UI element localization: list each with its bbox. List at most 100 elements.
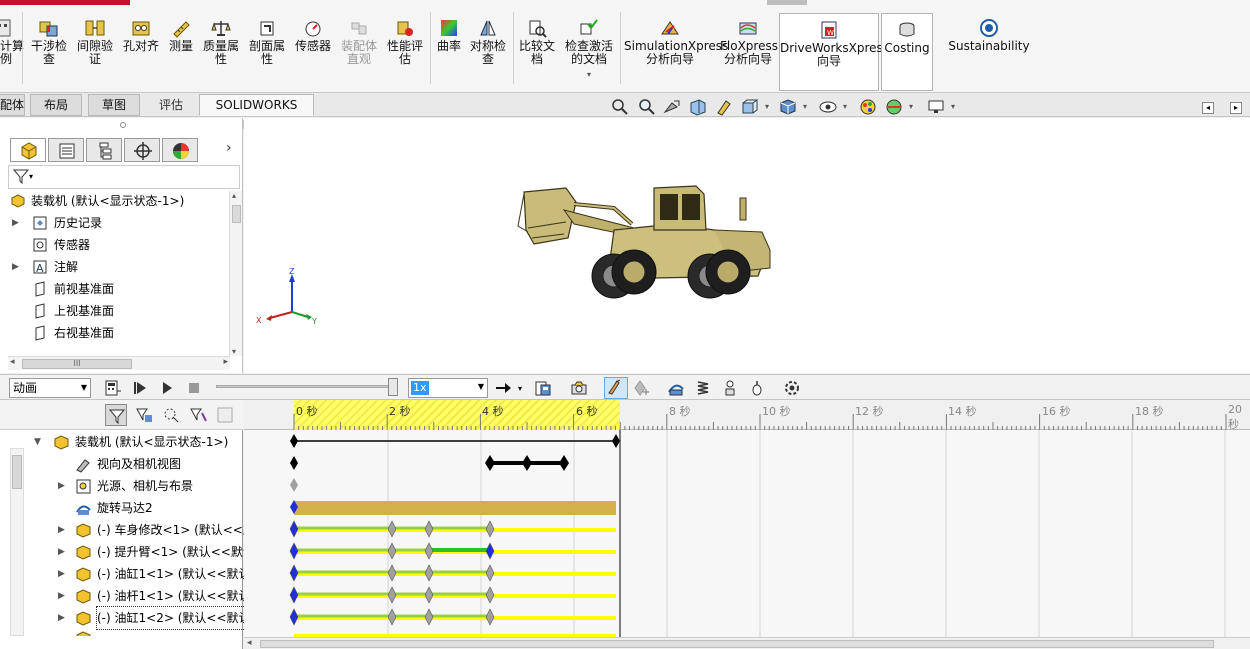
key-point[interactable] — [485, 520, 495, 538]
graphics-area[interactable]: Z X Y — [244, 118, 1250, 373]
filter-settings-icon[interactable] — [214, 404, 236, 426]
feature-manager-tab[interactable] — [10, 138, 46, 162]
key-point[interactable] — [522, 455, 532, 471]
curvature-button[interactable]: 曲率 — [435, 18, 463, 53]
assembly-visualization-button[interactable]: 装配体 直观 — [338, 18, 380, 66]
tree-filter[interactable]: ▾ — [8, 165, 240, 189]
key-point[interactable] — [485, 564, 495, 582]
key-point[interactable] — [290, 456, 298, 470]
hide-show-items-icon[interactable] — [818, 98, 838, 116]
add-update-key-icon[interactable] — [633, 379, 651, 397]
expand-arrow-icon[interactable]: ▶ — [58, 607, 65, 629]
save-animation-icon[interactable] — [534, 379, 552, 397]
playback-slider-thumb[interactable] — [388, 378, 398, 396]
key-point[interactable] — [424, 520, 434, 538]
motion-tree-vertical-scrollbar[interactable] — [10, 448, 24, 636]
panel-grip-icon[interactable] — [120, 122, 126, 128]
section-view-icon[interactable] — [688, 98, 708, 116]
check-active-document-button[interactable]: 检查激活 的文档 ▾ — [562, 18, 616, 81]
playback-mode-icon[interactable] — [494, 379, 512, 397]
scroll-thumb[interactable]: III — [22, 359, 132, 369]
gravity-icon[interactable] — [748, 379, 766, 397]
scroll-thumb[interactable] — [260, 640, 1214, 648]
filter-dropdown-icon[interactable]: ▾ — [29, 172, 33, 181]
key-point[interactable] — [290, 478, 298, 492]
key-point[interactable] — [559, 455, 569, 471]
timeline-horizontal-scrollbar[interactable]: ◂ — [244, 637, 1250, 649]
stop-icon[interactable] — [185, 379, 203, 397]
calculate-animation-icon[interactable] — [104, 379, 122, 397]
display-manager-tab[interactable] — [162, 138, 198, 162]
view-settings-dropdown-icon[interactable]: ▾ — [951, 102, 955, 111]
filter-animated-icon[interactable] — [105, 404, 127, 426]
scroll-thumb[interactable] — [12, 455, 22, 489]
play-icon[interactable] — [158, 379, 176, 397]
tab-evaluate[interactable]: 评估 — [146, 94, 196, 116]
scroll-down-icon[interactable]: ▾ — [232, 347, 236, 356]
hole-alignment-button[interactable]: 孔对齐 — [121, 18, 161, 53]
tab-sketch[interactable]: 草图 — [88, 94, 140, 116]
key-point[interactable] — [289, 542, 299, 560]
study-type-select[interactable]: 动画 ▼ — [9, 378, 91, 398]
scroll-left-icon[interactable]: ◂ — [247, 638, 252, 648]
tab-solidworks-mbd[interactable]: SOLIDWORKS MBD — [199, 94, 314, 132]
motion-study-properties-icon[interactable] — [783, 379, 801, 397]
floxpress-button[interactable]: FloXpress 分析向导 — [720, 18, 778, 66]
calculate-button[interactable]: 计算 例 — [0, 18, 24, 66]
contact-icon[interactable] — [721, 379, 739, 397]
scroll-up-icon[interactable]: ▴ — [232, 191, 236, 200]
key-point[interactable] — [424, 564, 434, 582]
edit-appearance-icon[interactable] — [858, 98, 878, 116]
tree-vertical-scrollbar[interactable]: ▴ ▾ — [229, 191, 242, 356]
hide-show-dropdown-icon[interactable]: ▾ — [843, 102, 847, 111]
key-point[interactable] — [485, 542, 495, 560]
key-point[interactable] — [289, 608, 299, 626]
scroll-right-icon[interactable]: ▸ — [223, 357, 228, 367]
timeline-area[interactable]: 0 秒 2 秒 4 秒 6 秒 8 秒 10 秒 12 秒 14 秒 16 秒 … — [244, 400, 1250, 649]
filter-results-icon[interactable] — [187, 404, 209, 426]
key-point[interactable] — [387, 520, 397, 538]
expand-arrow-icon[interactable]: ▶ — [58, 563, 65, 585]
property-manager-tab[interactable] — [48, 138, 84, 162]
display-style-dropdown-icon[interactable]: ▾ — [803, 102, 807, 111]
key-point[interactable] — [387, 608, 397, 626]
section-properties-button[interactable]: 剖面属 性 — [246, 18, 288, 66]
view-settings-icon[interactable] — [926, 98, 946, 116]
expand-arrow-icon[interactable]: ▶ — [58, 585, 65, 607]
display-style-icon[interactable] — [778, 98, 798, 116]
wheel-loader-model[interactable] — [514, 180, 784, 305]
simulationxpress-button[interactable]: SimulationXpress 分析向导 — [624, 18, 728, 66]
symmetry-check-button[interactable]: 对称检 查 — [468, 18, 508, 66]
scroll-thumb[interactable] — [232, 205, 241, 223]
more-tabs-chevron-icon[interactable]: › — [226, 140, 232, 156]
animation-wizard-icon[interactable] — [570, 379, 588, 397]
interference-detection-button[interactable]: 干涉检 查 — [29, 18, 69, 66]
key-point[interactable] — [485, 608, 495, 626]
measure-button[interactable]: 测量 — [165, 18, 197, 53]
key-point[interactable] — [612, 434, 620, 448]
dimxpert-manager-tab[interactable] — [124, 138, 160, 162]
sustainability-button[interactable]: Sustainability — [945, 18, 1033, 53]
tab-assembly[interactable]: 配体 — [0, 94, 25, 116]
expand-arrow-icon[interactable]: ▶ — [12, 257, 22, 277]
restore-left-icon[interactable]: ◂ — [1202, 102, 1214, 114]
performance-evaluation-button[interactable]: 性能评 估 — [385, 18, 425, 66]
playback-slider-track[interactable] — [216, 385, 394, 388]
motor-bar[interactable] — [294, 501, 616, 515]
scroll-left-icon[interactable]: ◂ — [10, 357, 15, 367]
key-point[interactable] — [289, 564, 299, 582]
key-point[interactable] — [290, 434, 298, 448]
view-orientation-dropdown-icon[interactable]: ▾ — [765, 102, 769, 111]
sensor-button[interactable]: 传感器 — [292, 18, 334, 53]
key-point[interactable] — [424, 586, 434, 604]
filter-drive-icon[interactable] — [133, 404, 155, 426]
key-point[interactable] — [387, 542, 397, 560]
timeline-grid[interactable] — [244, 430, 1250, 637]
view-orientation-icon[interactable] — [740, 98, 760, 116]
key-point[interactable] — [485, 586, 495, 604]
driveworksxpress-button[interactable]: W DriveWorksXpress 向导 — [779, 13, 889, 91]
configuration-manager-tab[interactable] — [86, 138, 122, 162]
key-point[interactable] — [387, 564, 397, 582]
collapse-arrow-icon[interactable]: ▼ — [34, 431, 41, 453]
compare-documents-button[interactable]: 比较文 档 — [517, 18, 557, 66]
